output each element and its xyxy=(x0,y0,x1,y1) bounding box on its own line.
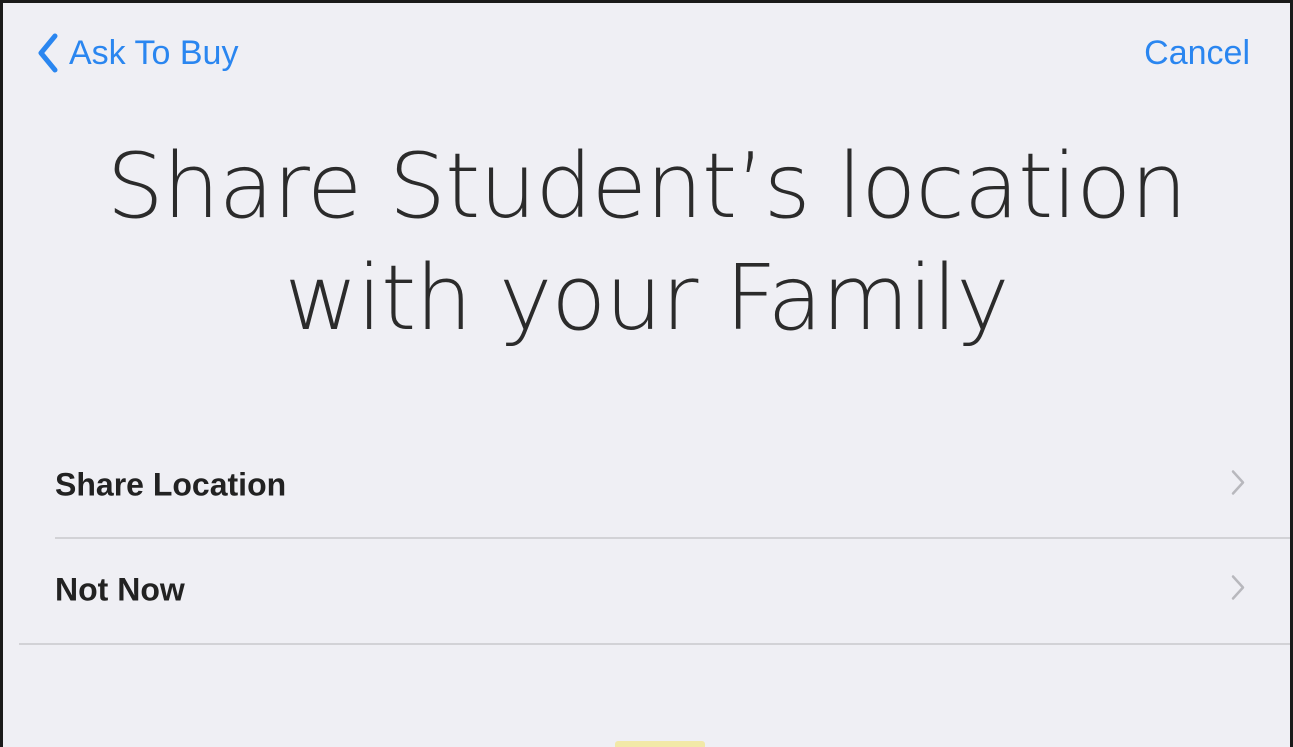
page-title: Share Student’s location with your Famil… xyxy=(3,131,1290,355)
back-button-label: Ask To Buy xyxy=(69,33,239,72)
page-title-line-1: Share Student’s location xyxy=(106,134,1188,239)
chevron-right-icon xyxy=(1230,469,1246,502)
screen: Ask To Buy Cancel Share Student’s locati… xyxy=(0,0,1293,747)
home-indicator xyxy=(615,741,705,747)
page-title-line-2: with your Family xyxy=(284,246,1009,351)
chevron-right-icon xyxy=(1230,574,1246,607)
list-bottom-divider xyxy=(19,643,1290,645)
options-list: Share Location Not Now xyxy=(3,433,1290,645)
back-button[interactable]: Ask To Buy xyxy=(37,31,238,75)
not-now-label: Not Now xyxy=(55,571,185,608)
not-now-row[interactable]: Not Now xyxy=(3,537,1290,643)
cancel-button[interactable]: Cancel xyxy=(1144,31,1250,75)
chevron-left-icon xyxy=(37,33,59,73)
share-location-label: Share Location xyxy=(55,466,287,503)
navigation-bar: Ask To Buy Cancel xyxy=(3,3,1290,103)
share-location-row[interactable]: Share Location xyxy=(3,433,1290,537)
